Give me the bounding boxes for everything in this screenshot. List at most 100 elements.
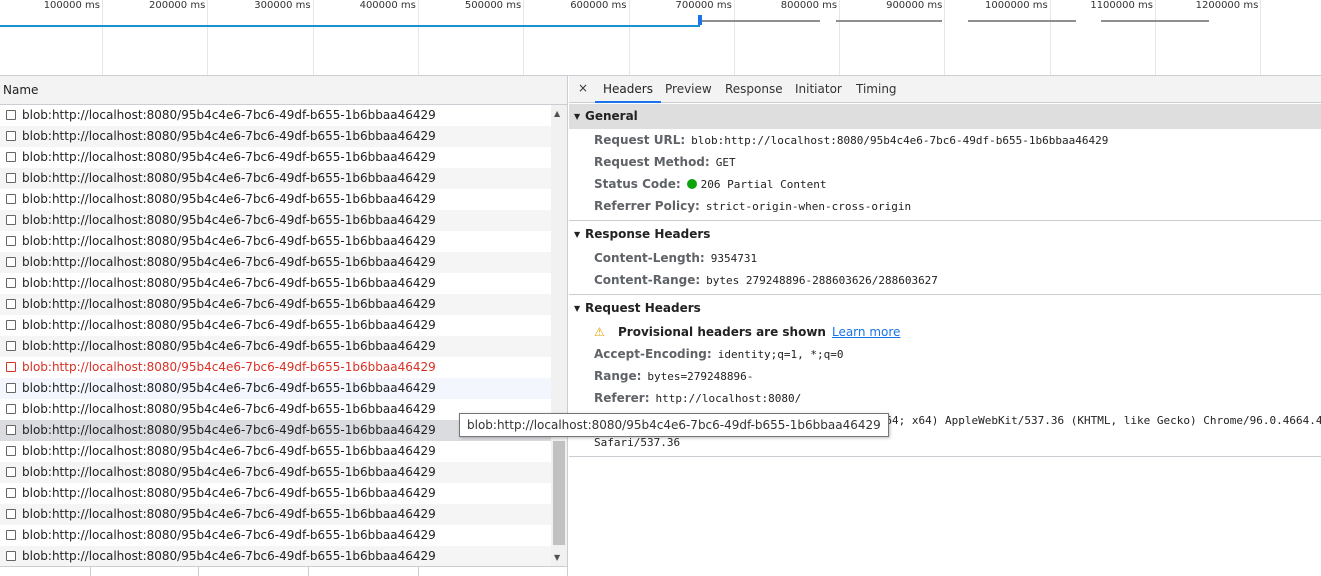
table-row[interactable]: blob:http://localhost:8080/95b4c4e6-7bc6…	[0, 126, 551, 147]
expand-triangle-icon: ▼	[574, 230, 581, 239]
table-row[interactable]: blob:http://localhost:8080/95b4c4e6-7bc6…	[0, 441, 551, 462]
timeline-gridline	[1260, 0, 1262, 75]
request-name: blob:http://localhost:8080/95b4c4e6-7bc6…	[22, 318, 436, 332]
timeline-blue-bar	[0, 25, 700, 27]
table-row[interactable]: blob:http://localhost:8080/95b4c4e6-7bc6…	[0, 462, 551, 483]
scroll-down-arrow-icon[interactable]: ▼	[554, 553, 560, 562]
file-icon	[6, 152, 16, 162]
request-name: blob:http://localhost:8080/95b4c4e6-7bc6…	[22, 171, 436, 185]
table-row[interactable]: blob:http://localhost:8080/95b4c4e6-7bc6…	[0, 294, 551, 315]
file-icon	[6, 530, 16, 540]
file-icon	[6, 257, 16, 267]
timeline-gridline	[417, 0, 419, 75]
timeline-tick-label: 900000 ms	[886, 0, 943, 11]
request-name: blob:http://localhost:8080/95b4c4e6-7bc6…	[22, 129, 436, 143]
table-row[interactable]: blob:http://localhost:8080/95b4c4e6-7bc6…	[0, 231, 551, 252]
timeline-gridline	[102, 0, 103, 75]
table-row[interactable]: blob:http://localhost:8080/95b4c4e6-7bc6…	[0, 525, 551, 546]
timeline-tick-label: 100000 ms	[43, 0, 100, 11]
section-title: General	[585, 109, 638, 123]
timeline-tick-label: 200000 ms	[148, 0, 206, 11]
table-row[interactable]: blob:http://localhost:8080/95b4c4e6-7bc6…	[0, 546, 551, 566]
tab-timing[interactable]: Timing	[856, 76, 897, 103]
close-details-icon[interactable]: ×	[578, 81, 588, 95]
request-name: blob:http://localhost:8080/95b4c4e6-7bc6…	[22, 213, 436, 227]
learn-more-link[interactable]: Learn more	[832, 325, 900, 339]
tab-preview[interactable]: Preview	[665, 76, 712, 103]
file-icon	[6, 320, 16, 330]
file-icon	[6, 110, 16, 120]
status-code-row: Status Code: 206 Partial Content	[569, 173, 1321, 195]
request-name: blob:http://localhost:8080/95b4c4e6-7bc6…	[22, 528, 436, 542]
request-name: blob:http://localhost:8080/95b4c4e6-7bc6…	[22, 276, 436, 290]
timeline-tick-label: 1000000 ms	[985, 0, 1048, 11]
header-value: GET	[715, 156, 736, 169]
file-icon	[6, 383, 16, 393]
request-name-tooltip: blob:http://localhost:8080/95b4c4e6-7bc6…	[459, 413, 889, 437]
timeline-gridline	[944, 0, 946, 75]
scroll-up-arrow-icon[interactable]: ▲	[554, 109, 560, 118]
column-divider[interactable]	[90, 567, 91, 576]
tab-headers[interactable]: Headers	[595, 76, 661, 103]
header-value: bytes=279248896-	[647, 370, 754, 383]
request-list-scrollbar[interactable]: ▲ ▼	[551, 105, 567, 566]
table-row[interactable]: blob:http://localhost:8080/95b4c4e6-7bc6…	[0, 168, 551, 189]
file-icon	[6, 278, 16, 288]
tab-initiator[interactable]: Initiator	[795, 76, 842, 103]
request-name: blob:http://localhost:8080/95b4c4e6-7bc6…	[22, 108, 436, 122]
header-value: bytes 279248896-288603626/288603627	[706, 274, 938, 287]
timeline-position-marker[interactable]	[698, 15, 702, 25]
user-agent-value: .0; Win64; x64) AppleWebKit/537.36 (KHTM…	[839, 414, 1321, 427]
table-row[interactable]: blob:http://localhost:8080/95b4c4e6-7bc6…	[0, 147, 551, 168]
timeline-overview[interactable]: 100000 ms 200000 ms 300000 ms 400000 ms 5000…	[0, 0, 1321, 76]
referer-row: Referer: http://localhost:8080/	[569, 387, 1321, 409]
column-divider[interactable]	[418, 567, 419, 576]
table-row[interactable]: blob:http://localhost:8080/95b4c4e6-7bc6…	[0, 210, 551, 231]
provisional-headers-text: Provisional headers are shown	[618, 325, 826, 339]
warning-icon: ⚠	[594, 325, 605, 339]
timeline-tick-label: 800000 ms	[780, 0, 838, 11]
file-icon	[6, 236, 16, 246]
header-value: identity;q=1, *;q=0	[717, 348, 844, 361]
table-row[interactable]: blob:http://localhost:8080/95b4c4e6-7bc6…	[0, 189, 551, 210]
header-key: Request URL:	[594, 133, 686, 147]
table-row[interactable]: blob:http://localhost:8080/95b4c4e6-7bc6…	[0, 504, 551, 525]
request-name: blob:http://localhost:8080/95b4c4e6-7bc6…	[22, 192, 436, 206]
timeline-gridline	[523, 0, 525, 75]
timeline-gray-bar	[1101, 20, 1209, 22]
table-row[interactable]: blob:http://localhost:8080/95b4c4e6-7bc6…	[0, 357, 551, 378]
timeline-gridline	[1155, 0, 1156, 75]
table-row[interactable]: blob:http://localhost:8080/95b4c4e6-7bc6…	[0, 336, 551, 357]
file-icon	[6, 341, 16, 351]
name-column-header[interactable]: Name	[0, 76, 567, 105]
request-rows: blob:http://localhost:8080/95b4c4e6-7bc6…	[0, 105, 551, 566]
header-value: 9354731	[710, 252, 758, 265]
column-divider[interactable]	[198, 567, 199, 576]
expand-triangle-icon: ▼	[574, 112, 581, 121]
section-title: Request Headers	[585, 301, 701, 315]
request-name: blob:http://localhost:8080/95b4c4e6-7bc6…	[22, 486, 436, 500]
timeline-gridline	[207, 0, 209, 75]
request-headers-toggle[interactable]: ▼ Request Headers	[569, 296, 1321, 321]
table-row[interactable]: blob:http://localhost:8080/95b4c4e6-7bc6…	[0, 252, 551, 273]
table-row[interactable]: blob:http://localhost:8080/95b4c4e6-7bc6…	[0, 315, 551, 336]
section-title: Response Headers	[585, 227, 711, 241]
response-headers-toggle[interactable]: ▼ Response Headers	[569, 222, 1321, 247]
request-name: blob:http://localhost:8080/95b4c4e6-7bc6…	[22, 234, 436, 248]
timeline-gridline	[733, 0, 735, 75]
table-row[interactable]: blob:http://localhost:8080/95b4c4e6-7bc6…	[0, 273, 551, 294]
accept-encoding-row: Accept-Encoding: identity;q=1, *;q=0	[569, 343, 1321, 365]
table-row[interactable]: blob:http://localhost:8080/95b4c4e6-7bc6…	[0, 105, 551, 126]
general-section-toggle[interactable]: ▼ General	[569, 104, 1321, 129]
tab-response[interactable]: Response	[725, 76, 783, 103]
column-divider[interactable]	[308, 567, 309, 576]
table-row[interactable]: blob:http://localhost:8080/95b4c4e6-7bc6…	[0, 483, 551, 504]
request-name: blob:http://localhost:8080/95b4c4e6-7bc6…	[22, 402, 436, 416]
scroll-thumb[interactable]	[553, 441, 565, 545]
content-length-row: Content-Length: 9354731	[569, 247, 1321, 269]
request-list-panel: Name blob:http://localhost:8080/95b4c4e6…	[0, 76, 568, 576]
header-key: Request Method:	[594, 155, 710, 169]
timeline-gridline	[839, 0, 841, 75]
response-headers-section: ▼ Response Headers Content-Length: 9354731…	[569, 222, 1321, 295]
table-row[interactable]: blob:http://localhost:8080/95b4c4e6-7bc6…	[0, 378, 551, 399]
